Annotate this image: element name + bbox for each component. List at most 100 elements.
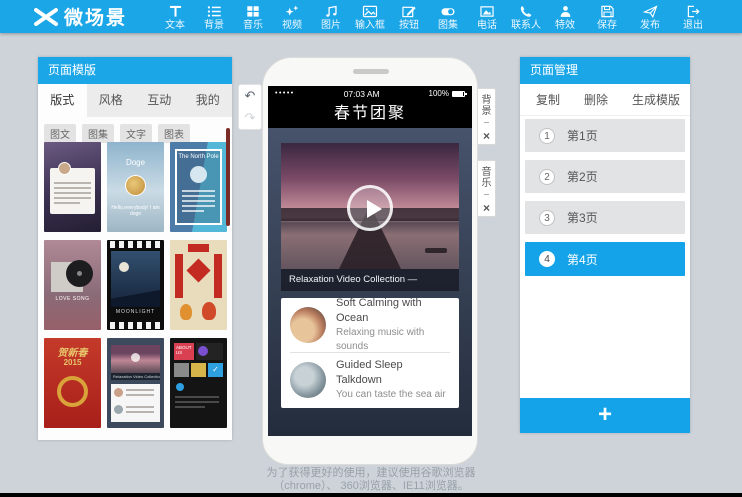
page-item-label: 第1页 [567,127,598,144]
list-icon [207,5,222,19]
app-window: 微场景 文本 背景 音乐 视频 图片 [0,0,742,497]
playlist-item[interactable]: Soft Calming with Ocean Relaxing music w… [290,298,450,352]
toolbar-item-label: 图片 [321,19,341,32]
template-thumbnail-video-collection[interactable]: Relaxation Video Collection [107,338,164,428]
copy-page-button[interactable]: 复制 [536,91,560,108]
template-thumbnail-spring-festival[interactable]: 贺新春 2015 [44,338,101,428]
thumb-title: LOVE SONG [44,296,101,302]
toolbar-item-label: 退出 [683,19,703,32]
tab-mine[interactable]: 我的 [184,84,233,117]
toolbar-item-image[interactable]: 图片 [316,2,346,32]
layer-tab-label: 音乐 [481,167,492,189]
undo-redo-box: ↶ ↷ [238,84,262,130]
redo-button[interactable]: ↷ [239,107,261,129]
filter-image-text[interactable]: 图文 [44,124,76,143]
close-icon[interactable]: × [483,130,490,142]
playlist-thumb-ocean [290,307,326,343]
text-icon [168,5,183,19]
template-thumbnail-love-song[interactable]: LOVE SONG [44,240,101,330]
toolbar-item-label: 按钮 [399,19,419,32]
template-thumbnail-north-pole[interactable]: The North Pole [170,142,227,232]
add-page-button[interactable]: + [520,398,690,433]
toolbar-insert-group: 文本 背景 音乐 视频 图片 输入框 [160,2,580,32]
exit-icon [686,5,701,19]
top-toolbar: 微场景 文本 背景 音乐 视频 图片 [0,0,742,33]
save-button[interactable]: 保存 [592,2,622,32]
template-thumbnail-new-year[interactable] [170,240,227,330]
page-number-badge: 1 [539,128,555,144]
video-caption: Relaxation Video Collection — [281,269,459,291]
page-number-badge: 4 [539,251,555,267]
generate-template-button[interactable]: 生成模版 [632,91,680,108]
page-item-4-active[interactable]: 4 第4页 [525,242,685,276]
page-item-3[interactable]: 3 第3页 [525,201,685,234]
bottom-edge [0,493,742,497]
template-thumbnail-moonlight[interactable]: MOONLIGHT [107,240,164,330]
image-icon [362,5,378,19]
phone-tile-icon [198,346,208,356]
toolbar-item-gallery[interactable]: 图集 [433,2,463,32]
toolbar-item-button[interactable]: 按钮 [394,2,424,32]
thumb-title: MOONLIGHT [107,309,164,315]
page-item-2[interactable]: 2 第2页 [525,160,685,193]
playlist-item-title: Soft Calming with Ocean [336,296,450,326]
toolbar-item-label: 背景 [204,19,224,32]
toolbar-item-text[interactable]: 文本 [160,2,190,32]
mini-play-icon [131,353,140,362]
battery-indicator: 100% [429,89,465,98]
minus-icon[interactable]: − [484,119,490,129]
left-panel-scrollbar[interactable] [226,128,230,226]
undo-button[interactable]: ↶ [239,85,261,107]
page-item-label: 第2页 [567,168,598,185]
template-thumbnail-doge[interactable]: Doge Hello,everybody! I am doge [107,142,164,232]
page-content: Relaxation Video Collection — Soft Calmi… [268,128,472,436]
thumb-avatar [190,166,207,183]
toolbar-item-phone-call[interactable]: 电话 [472,2,502,32]
video-element[interactable]: Relaxation Video Collection — [281,143,459,291]
toolbar-item-effects[interactable]: 特效 [550,2,580,32]
template-thumbnail-metro-tiles[interactable]: ABOUT US ✓ [170,338,227,428]
app-logo[interactable]: 微场景 [0,3,136,30]
template-thumbnail-profile-card[interactable] [44,142,101,232]
toolbar-item-contacts[interactable]: 联系人 [511,2,541,32]
toolbar-item-label: 特效 [555,19,575,32]
layer-tab-background[interactable]: 背景 − × [478,88,496,145]
toolbar-item-background[interactable]: 背景 [199,2,229,32]
playlist-item[interactable]: Guided Sleep Talkdown You can taste the … [290,353,450,407]
toolbar-item-label: 联系人 [511,19,541,32]
close-icon[interactable]: × [483,202,490,214]
delete-page-button[interactable]: 删除 [584,91,608,108]
toolbar-item-label: 发布 [640,19,660,32]
toolbar-item-label: 文本 [165,19,185,32]
minus-icon[interactable]: − [484,191,490,201]
toolbar-item-video[interactable]: 视频 [277,2,307,32]
fu-diamond [186,258,210,282]
toggle-icon [440,5,456,19]
publish-button[interactable]: 发布 [635,2,665,32]
person-icon [558,5,573,19]
play-button[interactable] [347,185,393,231]
playlist-item-title: Guided Sleep Talkdown [336,358,450,388]
filter-gallery[interactable]: 图集 [82,124,114,143]
tab-layout[interactable]: 版式 [38,84,87,117]
page-manager-panel: 页面管理 复制 删除 生成模版 1 第1页 2 第2页 3 第3页 4 第4页 … [520,57,690,433]
battery-percent: 100% [429,89,449,98]
tab-interaction[interactable]: 互动 [135,84,184,117]
tab-style[interactable]: 风格 [87,84,136,117]
page-manager-actions: 复制 删除 生成模版 [520,84,690,116]
filter-chart[interactable]: 图表 [158,124,190,143]
phone-icon [519,5,534,19]
toolbar-item-input[interactable]: 输入框 [355,2,385,32]
layer-tab-music[interactable]: 音乐 − × [478,160,496,217]
exit-button[interactable]: 退出 [678,2,708,32]
page-title: 春节团聚 [268,101,472,128]
toolbar-item-label: 音乐 [243,19,263,32]
filter-text[interactable]: 文字 [120,124,152,143]
battery-icon [452,91,465,97]
signal-dots: ••••• [275,90,295,97]
page-item-1[interactable]: 1 第1页 [525,119,685,152]
playlist-item-subtitle: You can taste the sea air [336,388,450,402]
template-panel-title: 页面模版 [38,57,232,84]
page-number-badge: 3 [539,210,555,226]
toolbar-item-music[interactable]: 音乐 [238,2,268,32]
